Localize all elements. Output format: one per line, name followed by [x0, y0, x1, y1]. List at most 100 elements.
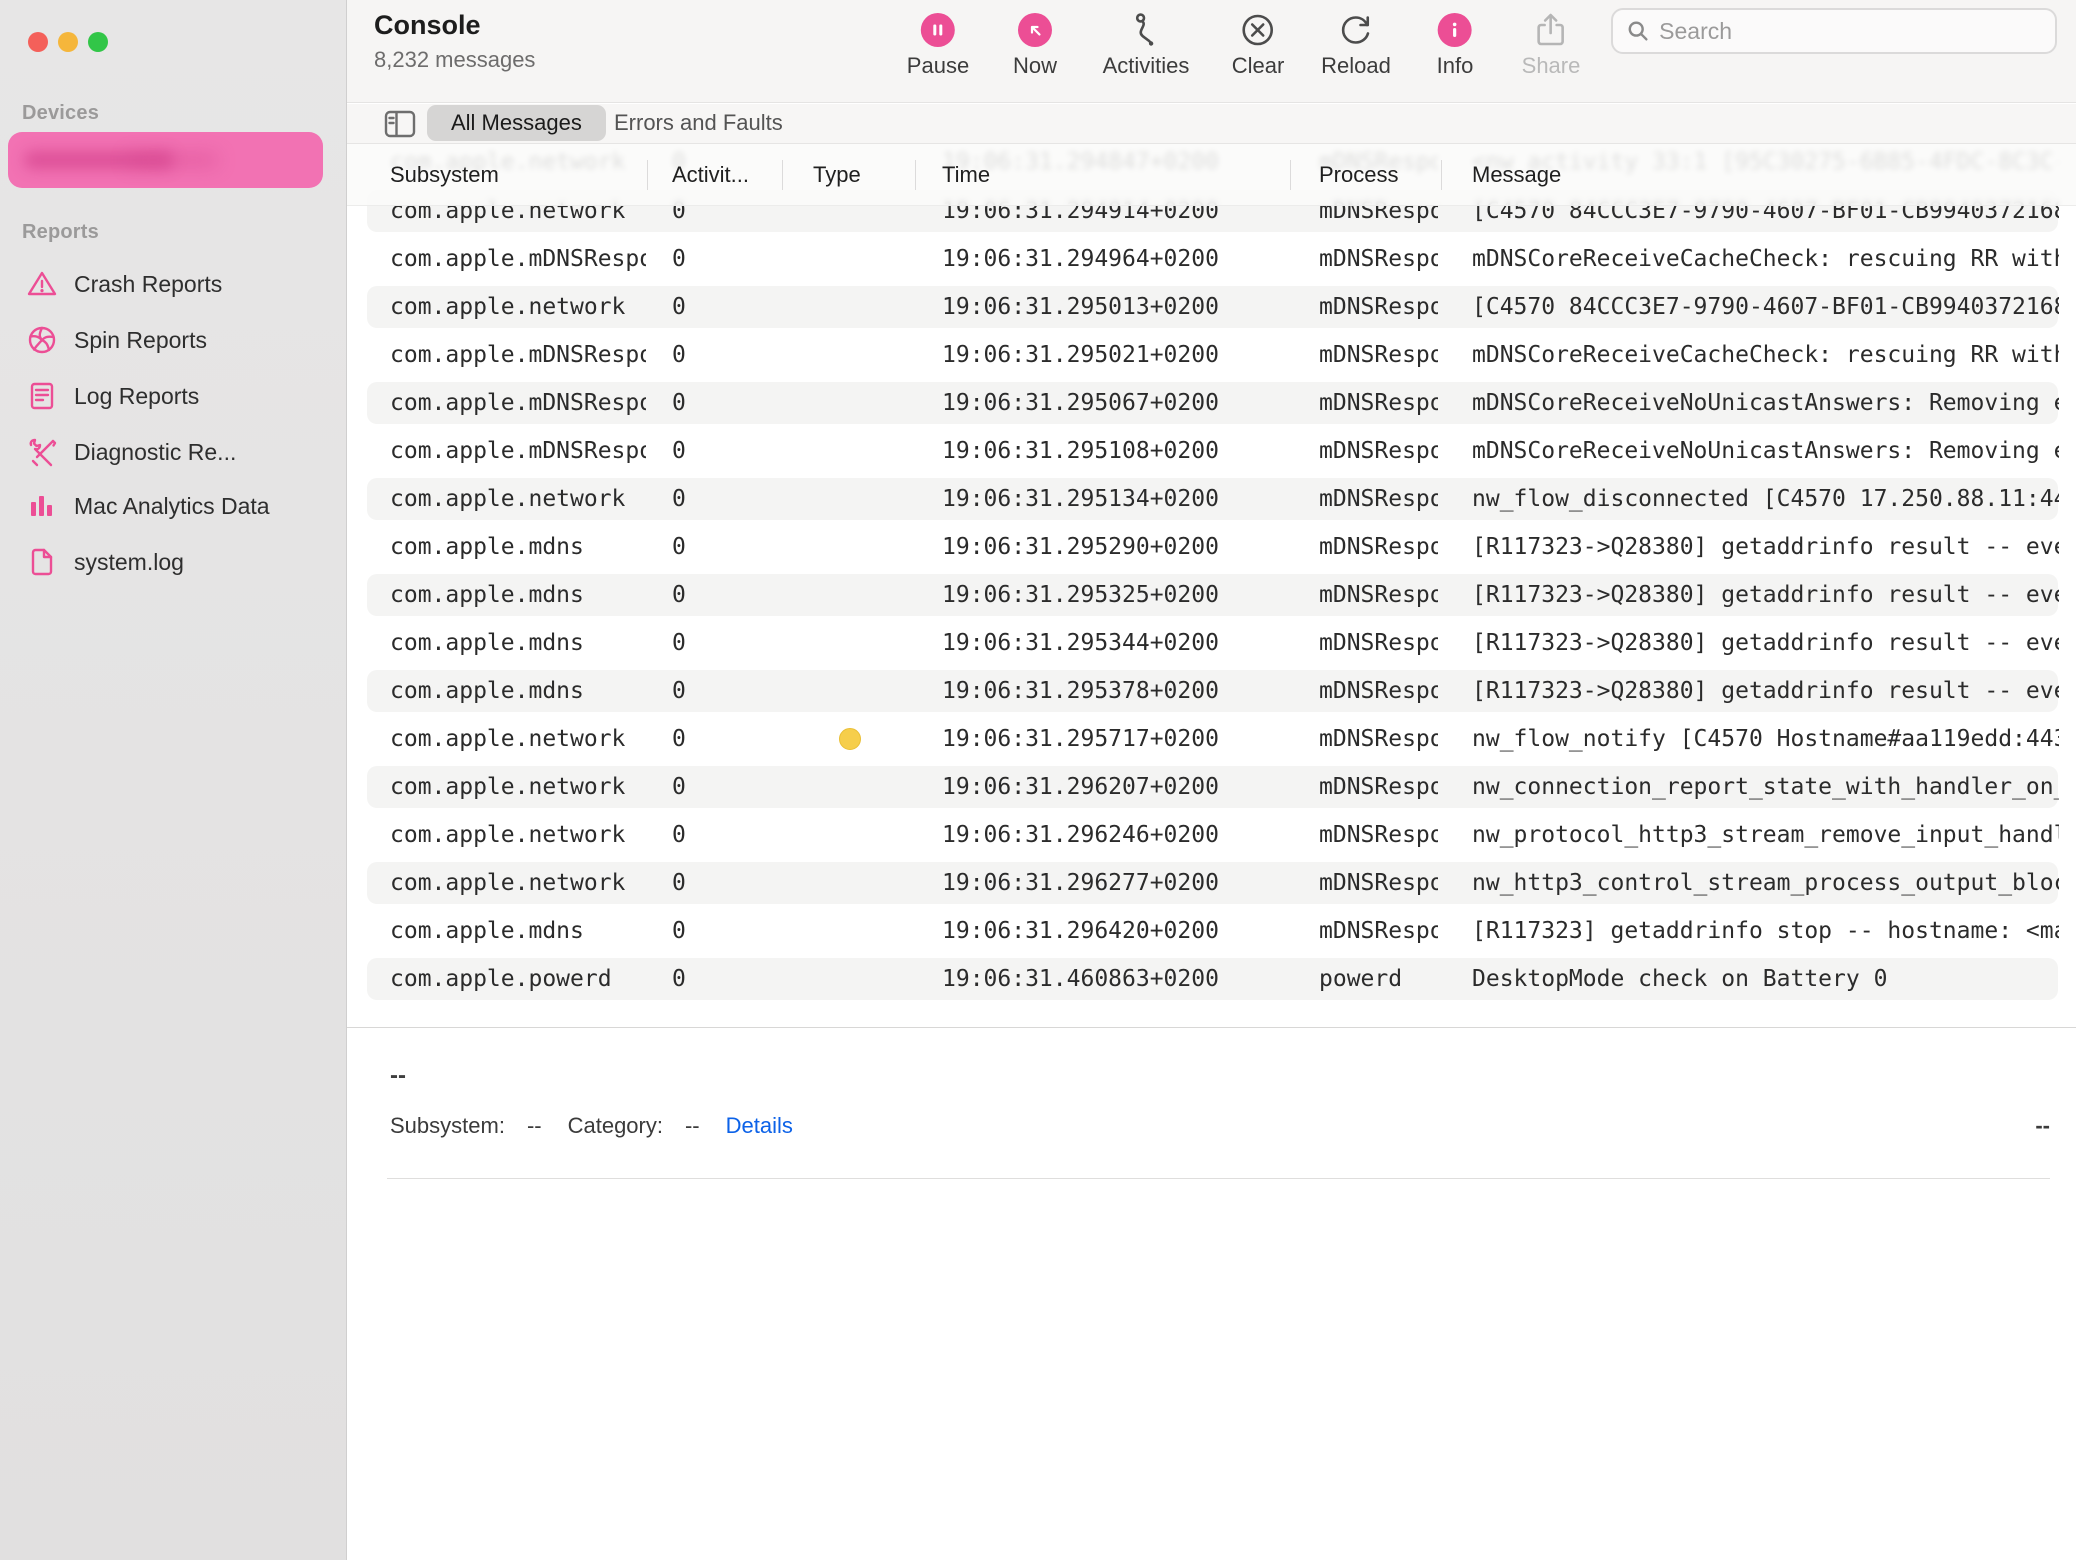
table-row[interactable]: com.apple.network 0 19:06:31.295134+0200…	[347, 475, 2076, 523]
info-icon	[1437, 12, 1473, 48]
cell-time: 19:06:31.295325+0200	[942, 571, 1232, 619]
zoom-window-button[interactable]	[88, 32, 108, 52]
clear-button[interactable]: Clear	[1232, 12, 1285, 79]
cell-activity: 0	[672, 763, 732, 811]
pause-icon	[920, 12, 956, 48]
sidebar-item-system-log[interactable]: system.log	[12, 534, 335, 590]
share-button[interactable]: Share	[1522, 12, 1581, 79]
window-controls	[28, 32, 108, 52]
cell-subsystem: com.apple.network	[390, 715, 646, 763]
sidebar-item-diagnostic-reports[interactable]: Diagnostic Re...	[12, 424, 335, 480]
page-title: Console	[374, 10, 481, 41]
cell-process: mDNSResponder	[1319, 379, 1438, 427]
table-row[interactable]: com.apple.mdns 0 19:06:31.295344+0200 mD…	[347, 619, 2076, 667]
cell-message: nw_flow_notify [C4570 Hostname#aa119edd:…	[1472, 715, 2059, 763]
column-divider[interactable]	[915, 160, 916, 190]
cell-time: 19:06:31.295378+0200	[942, 667, 1232, 715]
cell-type	[839, 379, 879, 427]
sidebar: Devices Reports Crash Reports	[0, 0, 347, 1560]
pause-button[interactable]: Pause	[907, 12, 969, 79]
cell-message: [R117323->Q28380] getaddrinfo result -- …	[1472, 571, 2059, 619]
cell-type	[839, 907, 879, 955]
cell-process: mDNSResponder	[1319, 331, 1438, 379]
column-divider[interactable]	[1441, 160, 1442, 190]
table-row[interactable]: com.apple.mDNSResponder 0 19:06:31.29496…	[347, 235, 2076, 283]
table-row[interactable]: com.apple.mdns 0 19:06:31.296420+0200 mD…	[347, 907, 2076, 955]
tab-errors-and-faults[interactable]: Errors and Faults	[614, 105, 783, 141]
column-header-subsystem[interactable]: Subsystem	[390, 159, 499, 191]
now-arrow-icon	[1017, 12, 1053, 48]
column-divider[interactable]	[647, 160, 648, 190]
detail-divider	[387, 1178, 2050, 1179]
sidebar-item-log-reports[interactable]: Log Reports	[12, 368, 335, 424]
cell-message: nw_protocol_http3_stream_remove_input_ha…	[1472, 811, 2059, 859]
activities-icon	[1128, 12, 1164, 48]
detail-right-value: --	[2035, 1113, 2050, 1139]
reload-icon	[1338, 12, 1374, 48]
column-header-activity[interactable]: Activit...	[672, 159, 749, 191]
cell-type	[839, 763, 879, 811]
table-row[interactable]: com.apple.mdns 0 19:06:31.295378+0200 mD…	[347, 667, 2076, 715]
table-row[interactable]: com.apple.powerd 0 19:06:31.460863+0200 …	[347, 955, 2076, 1003]
activities-button[interactable]: Activities	[1103, 12, 1190, 79]
cell-activity: 0	[672, 571, 732, 619]
cell-subsystem: com.apple.mDNSResponder	[390, 379, 646, 427]
cell-subsystem: com.apple.network	[390, 763, 646, 811]
cell-time: 19:06:31.296277+0200	[942, 859, 1232, 907]
table-row[interactable]: com.apple.network 0 19:06:31.296246+0200…	[347, 811, 2076, 859]
reports-section-header: Reports	[22, 221, 99, 244]
cell-activity: 0	[672, 235, 732, 283]
table-row[interactable]: com.apple.network 0 19:06:31.296277+0200…	[347, 859, 2076, 907]
details-link[interactable]: Details	[726, 1113, 793, 1139]
column-header-time[interactable]: Time	[942, 159, 990, 191]
cell-activity: 0	[672, 331, 732, 379]
cell-message: [R117323->Q28380] getaddrinfo result -- …	[1472, 667, 2059, 715]
minimize-window-button[interactable]	[58, 32, 78, 52]
cell-type	[839, 859, 879, 907]
column-divider[interactable]	[782, 160, 783, 190]
cell-subsystem: com.apple.network	[390, 859, 646, 907]
now-button[interactable]: Now	[1013, 12, 1057, 79]
cell-process: powerd	[1319, 955, 1438, 1003]
column-header-type[interactable]: Type	[813, 159, 861, 191]
cell-type	[839, 715, 879, 763]
cell-subsystem: com.apple.mDNSResponder	[390, 235, 646, 283]
tools-icon	[26, 436, 58, 468]
table-row[interactable]: com.apple.mDNSResponder 0 19:06:31.29510…	[347, 427, 2076, 475]
table-row[interactable]: com.apple.network 0 19:06:31.296207+0200…	[347, 763, 2076, 811]
cell-type	[839, 475, 879, 523]
cell-message: [R117323->Q28380] getaddrinfo result -- …	[1472, 619, 2059, 667]
table-row[interactable]: com.apple.network 0 19:06:31.295013+0200…	[347, 283, 2076, 331]
table-row[interactable]: com.apple.network 0 19:06:31.295717+0200…	[347, 715, 2076, 763]
sidebar-item-spin-reports[interactable]: Spin Reports	[12, 312, 335, 368]
column-header-message[interactable]: Message	[1472, 159, 1561, 191]
info-button[interactable]: Info	[1437, 12, 1474, 79]
cell-activity: 0	[672, 811, 732, 859]
sidebar-item-device-selected[interactable]	[8, 132, 323, 188]
cell-time: 19:06:31.296207+0200	[942, 763, 1232, 811]
table-row[interactable]: com.apple.mdns 0 19:06:31.295290+0200 mD…	[347, 523, 2076, 571]
cell-subsystem: com.apple.network	[390, 811, 646, 859]
close-window-button[interactable]	[28, 32, 48, 52]
cell-message: [R117323->Q28380] getaddrinfo result -- …	[1472, 523, 2059, 571]
sidebar-item-crash-reports[interactable]: Crash Reports	[12, 256, 335, 312]
search-input[interactable]	[1659, 18, 2041, 45]
cell-process: mDNSResponder	[1319, 763, 1438, 811]
table-row[interactable]: com.apple.mdns 0 19:06:31.295325+0200 mD…	[347, 571, 2076, 619]
pinwheel-icon	[26, 324, 58, 356]
sidebar-item-mac-analytics-data[interactable]: Mac Analytics Data	[12, 478, 335, 534]
cell-subsystem: com.apple.mdns	[390, 667, 646, 715]
sidebar-toggle-button[interactable]	[383, 108, 417, 140]
table-row[interactable]: com.apple.mDNSResponder 0 19:06:31.29506…	[347, 379, 2076, 427]
tab-all-messages[interactable]: All Messages	[427, 105, 606, 141]
column-divider[interactable]	[1290, 160, 1291, 190]
reload-button[interactable]: Reload	[1321, 12, 1391, 79]
cell-type	[839, 235, 879, 283]
table-row[interactable]: com.apple.mDNSResponder 0 19:06:31.29502…	[347, 331, 2076, 379]
cell-time: 19:06:31.295067+0200	[942, 379, 1232, 427]
cell-activity: 0	[672, 283, 732, 331]
filter-bar: All Messages Errors and Faults	[347, 104, 2076, 144]
column-header-process[interactable]: Process	[1319, 159, 1398, 191]
search-field[interactable]	[1611, 8, 2057, 54]
cell-message: [R117323] getaddrinfo stop -- hostname: …	[1472, 907, 2059, 955]
